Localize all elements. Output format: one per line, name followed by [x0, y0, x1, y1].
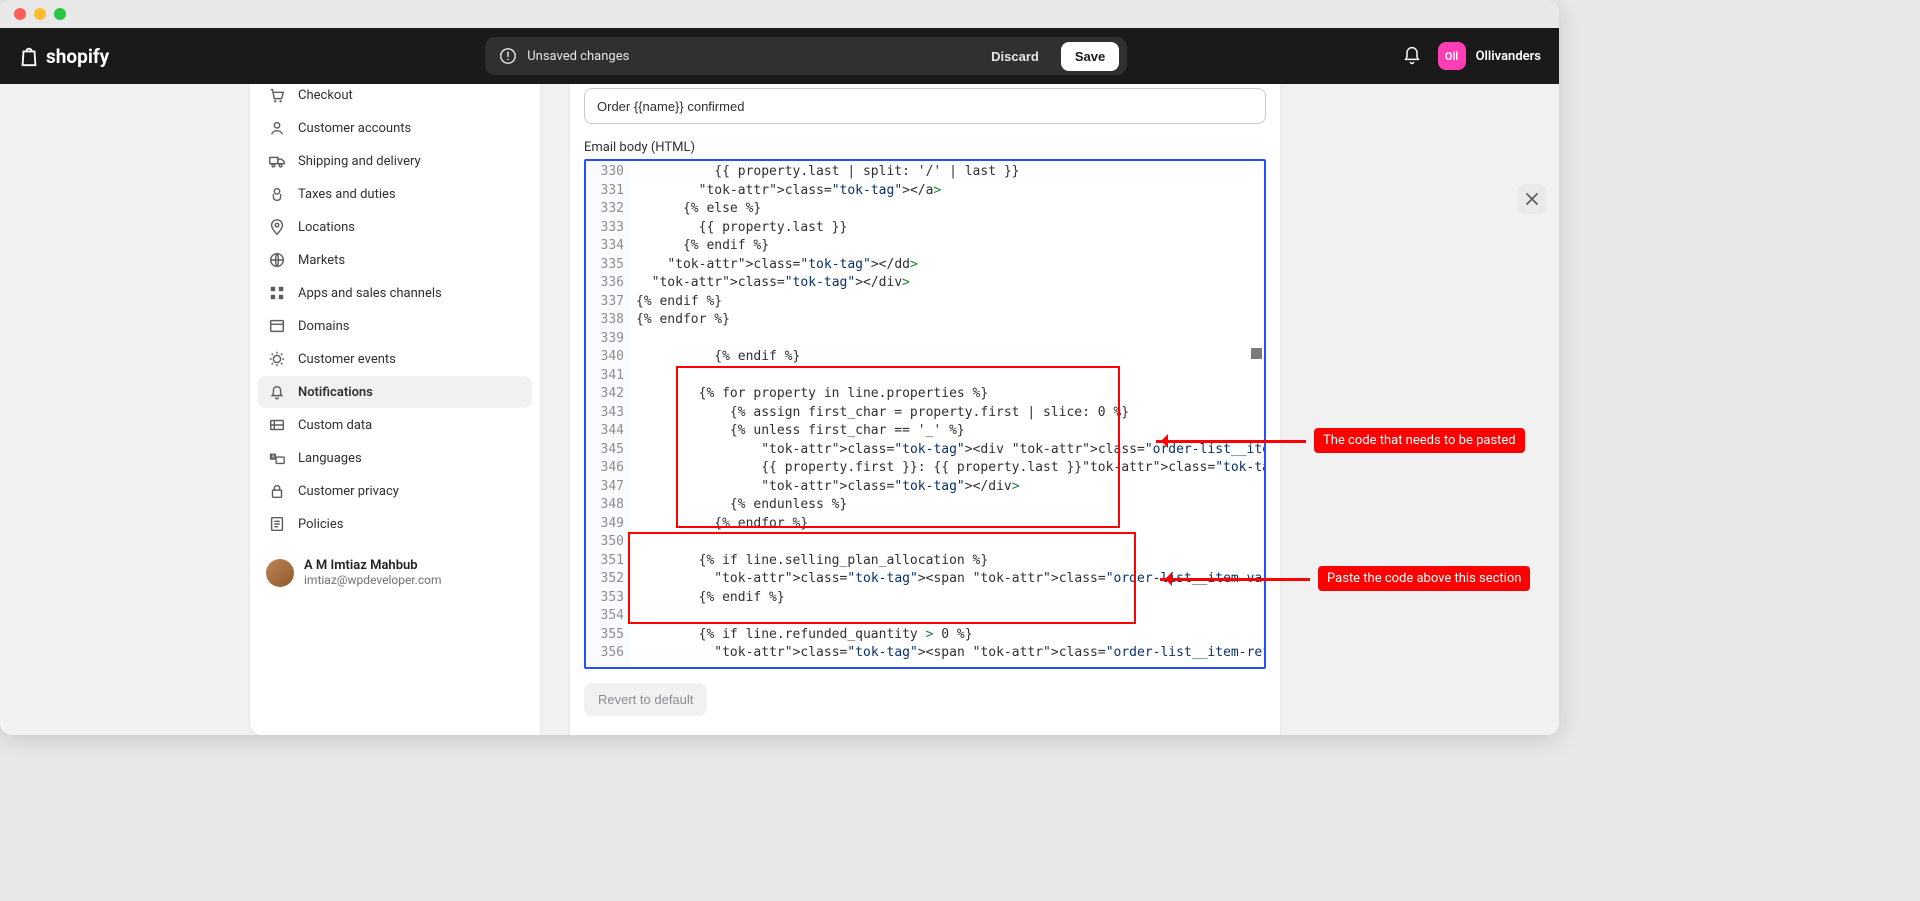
- sidebar-item-label: Customer events: [298, 352, 396, 367]
- sidebar-user-card[interactable]: A M Imtiaz Mahbub imtiaz@wpdeveloper.com: [258, 552, 532, 593]
- discard-button[interactable]: Discard: [979, 42, 1051, 71]
- minimize-traffic-light[interactable]: [34, 8, 46, 20]
- sidebar-item-markets[interactable]: Markets: [258, 244, 532, 276]
- svg-text:A: A: [272, 454, 275, 460]
- notifications-bell-icon[interactable]: [1402, 46, 1422, 66]
- sidebar-item-label: Customer privacy: [298, 484, 399, 499]
- email-subject-input[interactable]: [584, 88, 1266, 124]
- line-number-gutter: 330 331 332 333 334 335 336 337 338 339 …: [586, 161, 630, 667]
- shipping-icon: [268, 152, 286, 170]
- sidebar-item-label: Custom data: [298, 418, 372, 433]
- sidebar-item-label: Policies: [298, 517, 343, 532]
- unsaved-changes-bar: Unsaved changes Discard Save: [485, 37, 1127, 75]
- sidebar-item-label: Locations: [298, 220, 355, 235]
- sidebar-item-label: Shipping and delivery: [298, 154, 421, 169]
- code-body[interactable]: {{ property.last | split: '/' | last }} …: [630, 161, 1264, 667]
- close-panel-button[interactable]: [1517, 184, 1547, 214]
- sidebar-item-privacy[interactable]: Customer privacy: [258, 475, 532, 507]
- sidebar-item-policies[interactable]: Policies: [258, 508, 532, 540]
- sidebar-item-label: Checkout: [298, 88, 353, 103]
- checkout-icon: [268, 86, 286, 104]
- sidebar-user-name: A M Imtiaz Mahbub: [304, 558, 441, 573]
- user-menu[interactable]: Oll Ollivanders: [1438, 42, 1541, 70]
- revert-to-default-button[interactable]: Revert to default: [584, 683, 707, 716]
- unsaved-label: Unsaved changes: [527, 49, 969, 64]
- sidebar-item-locations[interactable]: Locations: [258, 211, 532, 243]
- settings-sidebar: Checkout Customer accounts Shipping and de…: [250, 84, 540, 735]
- sidebar-item-label: Customer accounts: [298, 121, 411, 136]
- taxes-icon: [268, 185, 286, 203]
- email-body-label: Email body (HTML): [584, 140, 1266, 155]
- sidebar-item-customer-accounts[interactable]: Customer accounts: [258, 112, 532, 144]
- sidebar-item-languages[interactable]: A Languages: [258, 442, 532, 474]
- mac-window: shopify Unsaved changes Discard Save Oll…: [0, 0, 1559, 735]
- annotation-arrow-1: The code that needs to be pasted: [1156, 428, 1525, 453]
- sidebar-item-custom-data[interactable]: Custom data: [258, 409, 532, 441]
- sidebar-item-customer-events[interactable]: Customer events: [258, 343, 532, 375]
- privacy-icon: [268, 482, 286, 500]
- warning-icon: [499, 47, 517, 65]
- sidebar-item-apps-channels[interactable]: Apps and sales channels: [258, 277, 532, 309]
- sidebar-item-label: Taxes and duties: [298, 187, 396, 202]
- titlebar: [0, 0, 1559, 28]
- languages-icon: A: [268, 449, 286, 467]
- sidebar-item-label: Markets: [298, 253, 345, 268]
- app-topbar: shopify Unsaved changes Discard Save Oll…: [0, 28, 1559, 84]
- close-traffic-light[interactable]: [14, 8, 26, 20]
- sidebar-item-label: Domains: [298, 319, 349, 334]
- apps-channels-icon: [268, 284, 286, 302]
- code-editor[interactable]: 330 331 332 333 334 335 336 337 338 339 …: [584, 159, 1266, 669]
- sidebar-item-notifications[interactable]: Notifications: [258, 376, 532, 408]
- sidebar-item-taxes[interactable]: Taxes and duties: [258, 178, 532, 210]
- notification-editor-card: Email body (HTML) 330 331 332 333 334 33…: [570, 84, 1280, 735]
- arrow-icon: [1156, 437, 1306, 445]
- sidebar-item-label: Languages: [298, 451, 362, 466]
- maximize-traffic-light[interactable]: [54, 8, 66, 20]
- save-button[interactable]: Save: [1061, 42, 1119, 71]
- sidebar-item-shipping[interactable]: Shipping and delivery: [258, 145, 532, 177]
- custom-data-icon: [268, 416, 286, 434]
- sidebar-user-avatar: [266, 559, 294, 587]
- user-avatar: Oll: [1438, 42, 1466, 70]
- sidebar-item-checkout[interactable]: Checkout: [258, 86, 532, 111]
- sidebar-item-domains[interactable]: Domains: [258, 310, 532, 342]
- brand-text: shopify: [46, 45, 109, 68]
- annotation-label-1: The code that needs to be pasted: [1314, 428, 1525, 453]
- arrow-icon: [1160, 575, 1310, 583]
- shopify-bag-icon: [18, 44, 40, 68]
- policies-icon: [268, 515, 286, 533]
- sidebar-item-label: Notifications: [298, 385, 373, 400]
- user-name-label: Ollivanders: [1476, 49, 1541, 64]
- annotation-label-2: Paste the code above this section: [1318, 566, 1530, 591]
- customer-accounts-icon: [268, 119, 286, 137]
- notifications-icon: [268, 383, 286, 401]
- markets-icon: [268, 251, 286, 269]
- sidebar-item-label: Apps and sales channels: [298, 286, 442, 301]
- locations-icon: [268, 218, 286, 236]
- customer-events-icon: [268, 350, 286, 368]
- domains-icon: [268, 317, 286, 335]
- editor-scrollbar-thumb[interactable]: [1251, 348, 1262, 359]
- annotation-arrow-2: Paste the code above this section: [1160, 566, 1530, 591]
- brand-logo[interactable]: shopify: [18, 44, 109, 68]
- sidebar-user-email: imtiaz@wpdeveloper.com: [304, 573, 441, 587]
